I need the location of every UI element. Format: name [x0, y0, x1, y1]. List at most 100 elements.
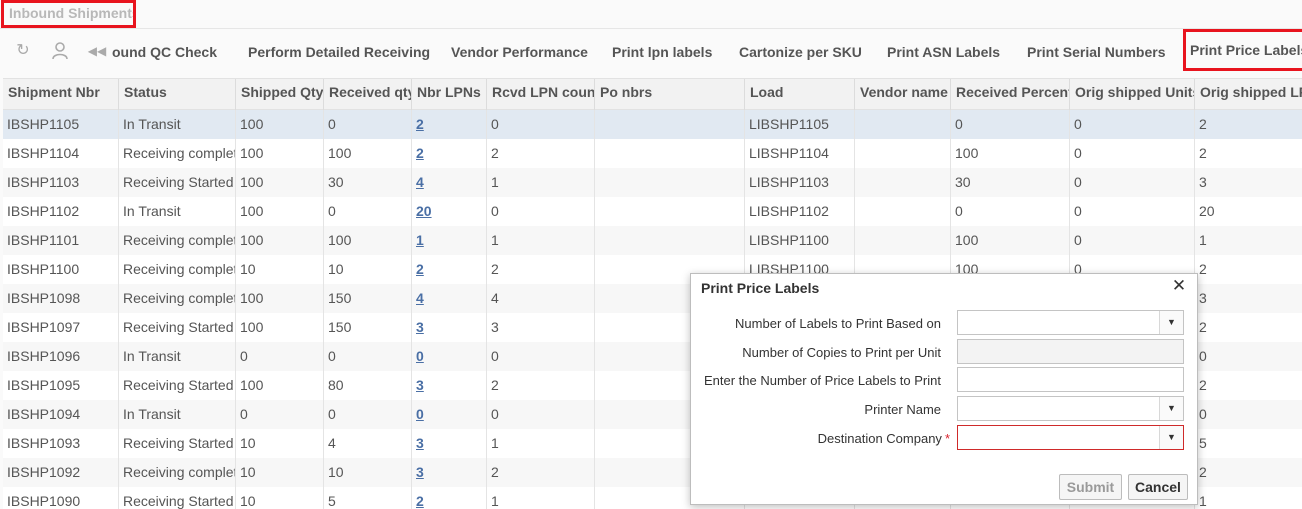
- cell-received-percent: 100: [951, 226, 1070, 255]
- column-header-orig-shipped-units[interactable]: Orig shipped Units: [1070, 79, 1195, 110]
- column-header-received-percent[interactable]: Received Percent: [951, 79, 1070, 110]
- table-row[interactable]: IBSHP1101Receiving completed10010011LIBS…: [3, 226, 1302, 255]
- nbr-lpns-link[interactable]: 3: [416, 435, 424, 451]
- cell-orig-shipped-units: 0: [1070, 168, 1195, 197]
- copies-per-unit-input[interactable]: [957, 339, 1184, 364]
- toolbar-button-print-price-labels[interactable]: Print Price Labels: [1183, 29, 1302, 71]
- cell-shipped-qty: 100: [236, 371, 324, 400]
- cell-orig-shipped-lpns: 3: [1195, 168, 1302, 197]
- nbr-lpns-link[interactable]: 2: [416, 116, 424, 132]
- nbr-lpns-link[interactable]: 2: [416, 261, 424, 277]
- cell-shipment-nbr: IBSHP1096: [3, 342, 119, 371]
- destination-company-label-text: Destination Company: [817, 431, 942, 446]
- cell-received-qty: 4: [324, 429, 412, 458]
- column-header-vendor-name[interactable]: Vendor name: [855, 79, 951, 110]
- cell-received-percent: 0: [951, 110, 1070, 139]
- toolbar-button-perform-detailed-receiving[interactable]: Perform Detailed Receiving: [248, 29, 430, 75]
- cell-status: Receiving completed: [119, 226, 236, 255]
- cell-vendor-name: [855, 110, 951, 139]
- cell-shipment-nbr: IBSHP1093: [3, 429, 119, 458]
- cell-orig-shipped-lpns: 2: [1195, 110, 1302, 139]
- cell-rcvd-lpn-count: 0: [487, 400, 595, 429]
- field-label-copies-per-unit: Number of Copies to Print per Unit: [742, 345, 941, 360]
- toolbar-button-print-serial-numbers[interactable]: Print Serial Numbers: [1027, 29, 1166, 75]
- cell-shipment-nbr: IBSHP1094: [3, 400, 119, 429]
- cell-received-qty: 80: [324, 371, 412, 400]
- nbr-lpns-link[interactable]: 3: [416, 464, 424, 480]
- rewind-icon[interactable]: ◀◀: [86, 40, 108, 62]
- cell-load: LIBSHP1105: [745, 110, 855, 139]
- cell-rcvd-lpn-count: 2: [487, 139, 595, 168]
- cell-shipment-nbr: IBSHP1102: [3, 197, 119, 226]
- cell-received-percent: 30: [951, 168, 1070, 197]
- column-header-po-nbrs[interactable]: Po nbrs: [595, 79, 745, 110]
- chevron-down-icon[interactable]: ▼: [1159, 311, 1183, 334]
- toolbar-button-print-asn-labels[interactable]: Print ASN Labels: [887, 29, 1000, 75]
- cell-shipped-qty: 100: [236, 197, 324, 226]
- nbr-lpns-link[interactable]: 20: [416, 203, 432, 219]
- nbr-lpns-link[interactable]: 0: [416, 406, 424, 422]
- nbr-lpns-link[interactable]: 2: [416, 145, 424, 161]
- cell-po-nbrs: [595, 197, 745, 226]
- cell-shipped-qty: 100: [236, 139, 324, 168]
- cell-orig-shipped-lpns: 2: [1195, 139, 1302, 168]
- cell-status: Receiving completed: [119, 284, 236, 313]
- printer-name-select[interactable]: ▼: [957, 396, 1184, 421]
- nbr-lpns-link[interactable]: 3: [416, 377, 424, 393]
- close-icon[interactable]: ✕: [1171, 277, 1187, 295]
- submit-button[interactable]: Submit: [1059, 474, 1122, 500]
- nbr-lpns-link[interactable]: 4: [416, 174, 424, 190]
- table-row[interactable]: IBSHP1103 Receiving Started 100 30 4 1 LIBSHP1…: [3, 168, 1302, 197]
- column-header-rcvd-lpn-count[interactable]: Rcvd LPN count: [487, 79, 595, 110]
- nbr-lpns-link[interactable]: 2: [416, 493, 424, 509]
- chevron-down-icon[interactable]: ▼: [1159, 397, 1183, 420]
- nbr-lpns-link[interactable]: 4: [416, 290, 424, 306]
- column-header-status[interactable]: Status: [119, 79, 236, 110]
- table-row[interactable]: IBSHP1104Receiving completed10010022LIBS…: [3, 139, 1302, 168]
- number-of-price-labels-input[interactable]: [957, 367, 1184, 392]
- cell-load: LIBSHP1100: [745, 226, 855, 255]
- cell-shipment-nbr: IBSHP1092: [3, 458, 119, 487]
- toolbar-button-vendor-performance[interactable]: Vendor Performance: [451, 29, 588, 75]
- cell-shipment-nbr: IBSHP1101: [3, 226, 119, 255]
- cell-nbr-lpns: 2: [412, 139, 487, 168]
- labels-based-on-select[interactable]: ▼: [957, 310, 1184, 335]
- cell-received-qty: 100: [324, 139, 412, 168]
- nbr-lpns-link[interactable]: 1: [416, 232, 424, 248]
- column-header-orig-shipped-lpns[interactable]: Orig shipped LPNs: [1195, 79, 1302, 110]
- cell-vendor-name: [855, 139, 951, 168]
- toolbar-button-print-lpn-labels[interactable]: Print lpn labels: [612, 29, 712, 75]
- chevron-down-icon[interactable]: ▼: [1159, 426, 1183, 449]
- cell-shipped-qty: 100: [236, 226, 324, 255]
- cell-received-qty: 0: [324, 197, 412, 226]
- cell-orig-shipped-units: 0: [1070, 226, 1195, 255]
- cell-shipment-nbr: IBSHP1098: [3, 284, 119, 313]
- column-header-received-qty[interactable]: Received qty: [324, 79, 412, 110]
- cell-status: Receiving completed: [119, 458, 236, 487]
- column-header-load[interactable]: Load: [745, 79, 855, 110]
- cell-received-qty: 5: [324, 487, 412, 509]
- cell-shipped-qty: 100: [236, 110, 324, 139]
- cell-nbr-lpns: 4: [412, 168, 487, 197]
- column-header-shipment-nbr[interactable]: Shipment Nbr: [3, 79, 119, 110]
- destination-company-select[interactable]: ▼: [957, 425, 1184, 450]
- cancel-button[interactable]: Cancel: [1128, 474, 1188, 500]
- cell-orig-shipped-lpns: 2: [1195, 458, 1302, 487]
- cell-nbr-lpns: 2: [412, 487, 487, 509]
- page-title: Inbound Shipments: [1, 0, 136, 28]
- refresh-icon[interactable]: ↻: [12, 40, 34, 62]
- toolbar-button-cartonize-per-sku[interactable]: Cartonize per SKU: [739, 29, 862, 75]
- cell-status: In Transit: [119, 110, 236, 139]
- column-header-nbr-lpns[interactable]: Nbr LPNs: [412, 79, 487, 110]
- cell-status: Receiving completed: [119, 255, 236, 284]
- nbr-lpns-link[interactable]: 0: [416, 348, 424, 364]
- table-row[interactable]: IBSHP1102 In Transit 100 0 20 0 LIBSHP1102 0 0 20: [3, 197, 1302, 226]
- cell-orig-shipped-units: 0: [1070, 139, 1195, 168]
- column-header-shipped-qty[interactable]: Shipped Qty: [236, 79, 324, 110]
- table-row[interactable]: IBSHP1105 In Transit 100 0 2 0 LIBSHP1105 0 0 2: [3, 110, 1302, 139]
- cell-rcvd-lpn-count: 2: [487, 255, 595, 284]
- user-icon[interactable]: [49, 40, 71, 62]
- nbr-lpns-link[interactable]: 3: [416, 319, 424, 335]
- cell-rcvd-lpn-count: 1: [487, 168, 595, 197]
- toolbar-button-qc-check[interactable]: ound QC Check: [112, 29, 217, 75]
